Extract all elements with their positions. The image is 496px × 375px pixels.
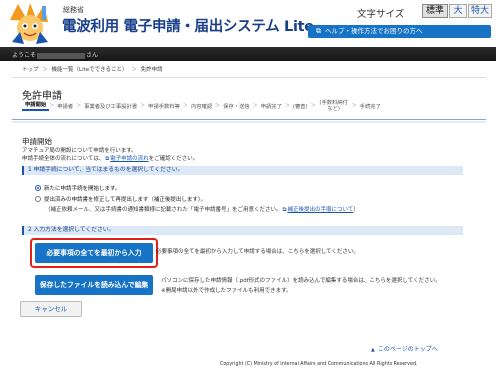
- resubmit-procedure-link[interactable]: 補正後提出の手順について: [287, 207, 353, 213]
- step-applicant: 申請者: [57, 103, 74, 110]
- breadcrumb-separator: ＞: [42, 67, 48, 73]
- user-bar: ようこそ さん: [0, 47, 496, 61]
- step-finished: 手続完了: [359, 103, 381, 110]
- back-to-top-link[interactable]: ▲ このページのトップへ: [371, 344, 438, 353]
- load-file-description: パソコンに保存した申請情報（.pdf形式のファイル）を読み込んで編集する場合は、…: [161, 278, 441, 284]
- resubmit-note-pre: （補正依頼メール、又は手続書の通知書類様に記載された「電子申請番号」をご用意くだ…: [45, 207, 282, 213]
- radio-new-label: 新たに申請手続を開始します。: [44, 186, 121, 192]
- flow-link[interactable]: 電子申請の流れ: [110, 156, 149, 162]
- breadcrumb-top[interactable]: トップ: [22, 67, 39, 73]
- step-save-send: 保存・送信: [223, 103, 250, 110]
- step-start: 申請開始: [22, 100, 50, 111]
- mascot-logo-icon[interactable]: [4, 2, 56, 45]
- step-complete: 申請完了: [260, 103, 282, 110]
- flow-description-pre: 申請手続全体の流れについては、: [22, 156, 105, 162]
- radio-button[interactable]: [35, 196, 41, 202]
- radio-button-checked[interactable]: [35, 185, 41, 191]
- help-button[interactable]: ⧉ ヘルプ・操作方法でお困りの方へ: [308, 25, 491, 38]
- load-file-note: ※開局申請以外で作成したファイルも利用できます。: [161, 288, 292, 294]
- font-size-xlarge-button[interactable]: 特大: [468, 4, 492, 18]
- welcome-suffix: さん: [86, 52, 99, 59]
- procedure-band: 1 申請手続について、当てはまるものを選択してください。: [22, 166, 463, 175]
- system-title[interactable]: 電波利用 電子申請・届出システム Lite: [62, 15, 314, 36]
- step-payment: (手数料納付など): [319, 99, 348, 112]
- step-design: 事業者及び工事設計書: [84, 103, 138, 110]
- step-confirm: 内容確認: [190, 103, 213, 110]
- cancel-button[interactable]: キャンセル: [20, 301, 82, 317]
- welcome-prefix: ようこそ: [12, 52, 37, 59]
- external-link-icon: ⧉: [105, 156, 110, 162]
- welcome-text: ようこそ さん: [12, 50, 98, 59]
- divider-shadow: [12, 121, 486, 123]
- divider: [12, 119, 486, 120]
- description: アマチュア局の開設について申請を行います。: [22, 148, 137, 154]
- radio-resubmit-label: 提出済みの申請書を修正して再提出します（補正後提出します）。: [44, 197, 207, 203]
- resubmit-note: （補正依頼メール、又は手続書の通知書類様に記載された「電子申請番号」をご用意くだ…: [45, 205, 359, 214]
- breadcrumb: トップ ＞ 機能一覧（Liteでできること） ＞ 免許申請: [22, 65, 165, 73]
- radio-resubmit[interactable]: 提出済みの申請書を修正して再提出します（補正後提出します）。: [35, 195, 206, 203]
- ministry-name: 総務省: [63, 6, 84, 14]
- radio-new-application[interactable]: 新たに申請手続を開始します。: [35, 184, 120, 192]
- help-button-label: ヘルプ・操作方法でお困りの方へ: [325, 27, 423, 35]
- copyright: Copyright (C) Ministry of Internal Affai…: [220, 362, 418, 367]
- breadcrumb-function-list[interactable]: 機能一覧（Liteでできること）: [52, 67, 128, 73]
- input-all-from-start-button[interactable]: 必要事項の全てを最初から入力: [35, 243, 153, 263]
- step-fee: 申請手数料等: [148, 103, 180, 110]
- font-size-large-button[interactable]: 大: [449, 4, 467, 18]
- font-size-label: 文字サイズ: [357, 9, 405, 20]
- flow-description: 申請手続全体の流れについては、⧉電子申請の流れをご確認ください。: [22, 154, 198, 163]
- user-name-redacted: [37, 52, 86, 59]
- back-to-top-label: このページのトップへ: [377, 346, 438, 353]
- flow-description-post: をご確認ください。: [148, 156, 199, 162]
- progress-steps: 申請開始 ＞ 申請者 ＞ 事業者及び工事設計書 ＞ 申請手数料等 ＞ 内容確認 …: [22, 97, 486, 114]
- input-all-description: 必要事項の全てを最初から入力して申請する場合は、こちらを選択してください。: [156, 249, 359, 255]
- breadcrumb-current: 免許申請: [140, 67, 163, 73]
- resubmit-note-post: ）: [353, 207, 359, 213]
- input-method-band: 2 入力方法を選択してください。: [22, 226, 463, 235]
- external-link-icon: ⧉: [316, 27, 321, 35]
- font-size-standard-button[interactable]: 標準: [422, 4, 448, 18]
- external-link-icon: ⧉: [282, 207, 287, 213]
- divider: [12, 77, 486, 78]
- load-saved-file-button[interactable]: 保存したファイルを読み込んで編集: [35, 275, 153, 295]
- breadcrumb-separator: ＞: [131, 67, 137, 73]
- step-review: (審査): [292, 103, 308, 110]
- site-header: 総務省 電波利用 電子申請・届出システム Lite 文字サイズ 標準 大 特大 …: [0, 0, 496, 47]
- triangle-up-icon: ▲: [371, 347, 375, 353]
